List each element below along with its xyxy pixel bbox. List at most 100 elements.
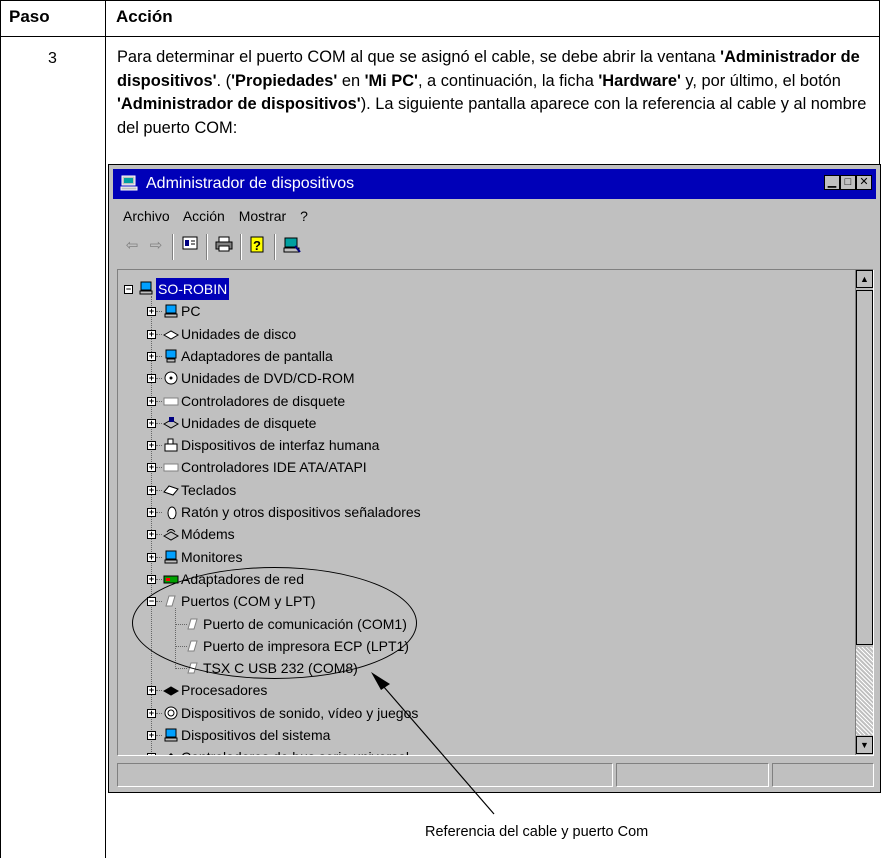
expand-icon[interactable]: + xyxy=(147,351,156,361)
tree-connector xyxy=(156,311,162,313)
tree-item[interactable]: + Módems xyxy=(118,523,838,545)
scroll-thumb[interactable] xyxy=(856,290,873,645)
step-number: 3 xyxy=(48,50,57,67)
ide-controller-icon xyxy=(163,463,179,472)
table-header-divider xyxy=(0,36,880,37)
tree-item[interactable]: + Unidades de DVD/CD-ROM xyxy=(118,367,838,389)
tree-item[interactable]: + Monitores xyxy=(118,546,838,568)
tree-item[interactable]: + Controladores IDE ATA/ATAPI xyxy=(118,456,838,478)
tree-connector xyxy=(156,355,162,357)
tree-item[interactable]: + Unidades de disquete xyxy=(118,412,838,434)
tree-item-label: Monitores xyxy=(181,548,243,565)
tree-item[interactable]: + Dispositivos de interfaz humana xyxy=(118,434,838,456)
expand-icon[interactable]: + xyxy=(147,396,156,406)
expand-icon[interactable]: + xyxy=(147,463,156,473)
tree-connector xyxy=(156,534,162,536)
menu-archivo[interactable]: Archivo xyxy=(123,208,170,224)
tree-root-label: SO-ROBIN xyxy=(156,278,230,300)
tree-connector xyxy=(156,467,162,469)
expand-icon[interactable]: + xyxy=(147,731,156,740)
expand-icon[interactable]: + xyxy=(147,485,156,495)
toolbar-separator xyxy=(274,234,276,260)
menu-mostrar[interactable]: Mostrar xyxy=(239,208,286,224)
scan-hardware-icon[interactable] xyxy=(281,236,303,256)
tree-item[interactable]: + Teclados xyxy=(118,479,838,501)
tree-connector xyxy=(156,378,162,380)
expand-icon[interactable]: + xyxy=(147,686,156,696)
processor-icon xyxy=(163,686,179,696)
expand-icon[interactable]: + xyxy=(147,374,156,384)
tree-connector xyxy=(156,556,162,558)
tree-item[interactable]: + Dispositivos de sonido, vídeo y juegos xyxy=(118,702,838,724)
properties-icon[interactable] xyxy=(179,236,201,256)
help-icon[interactable]: ? xyxy=(247,236,269,256)
tree-item-label: Unidades de disquete xyxy=(181,414,317,431)
expand-icon[interactable]: + xyxy=(147,307,156,317)
status-panel-2 xyxy=(616,763,769,787)
tree-item-label: Adaptadores de pantalla xyxy=(181,347,333,364)
vertical-scrollbar[interactable]: ▲ ▼ xyxy=(855,270,873,755)
tree-item[interactable]: + Unidades de disco xyxy=(118,323,838,345)
tree-item-label: Módems xyxy=(181,526,235,543)
expand-icon[interactable]: + xyxy=(147,418,156,428)
expand-icon[interactable]: + xyxy=(147,552,156,562)
tree-item[interactable]: + Adaptadores de pantalla xyxy=(118,345,838,367)
menu-bar: Archivo Acción Mostrar ? xyxy=(123,208,318,224)
table-border-right xyxy=(879,0,880,164)
expand-icon[interactable]: + xyxy=(147,708,156,718)
keyboard-icon xyxy=(163,485,179,496)
scroll-down-button[interactable]: ▼ xyxy=(856,736,873,754)
toolbar-separator xyxy=(206,234,208,260)
expand-icon[interactable]: + xyxy=(147,441,156,451)
hid-icon xyxy=(164,438,178,452)
display-adapter-icon xyxy=(165,349,177,363)
tree-item[interactable]: + Ratón y otros dispositivos señaladores xyxy=(118,501,838,523)
table-column-divider xyxy=(105,0,106,858)
close-button[interactable]: ✕ xyxy=(856,175,872,190)
monitor-icon xyxy=(164,550,178,564)
scroll-track[interactable] xyxy=(856,647,873,735)
device-manager-icon xyxy=(120,175,138,191)
expand-icon[interactable]: + xyxy=(147,753,156,755)
expand-icon[interactable]: + xyxy=(147,530,156,540)
floppy-controller-icon xyxy=(163,397,179,405)
tree-item-label: Controladores de bus serie universal xyxy=(181,746,409,755)
expand-icon[interactable]: + xyxy=(147,574,156,584)
tree-item[interactable]: + Procesadores xyxy=(118,679,838,701)
expand-icon[interactable]: + xyxy=(147,508,156,517)
tree-item-label: Ratón y otros dispositivos señaladores xyxy=(181,504,421,520)
minimize-button[interactable]: ▁ xyxy=(824,175,840,190)
highlight-ellipse xyxy=(132,567,417,679)
tree-item-label: Controladores de disquete xyxy=(181,392,346,409)
tree-connector xyxy=(156,690,162,692)
tree-item-label: Teclados xyxy=(181,481,237,498)
maximize-button[interactable]: □ xyxy=(840,175,856,190)
tree-item[interactable]: + PC xyxy=(118,300,838,322)
floppy-drive-icon xyxy=(163,416,179,429)
tree-connector xyxy=(156,400,162,402)
tree-item[interactable]: + Dispositivos del sistema xyxy=(118,724,838,746)
window-titlebar[interactable]: Administrador de dispositivos ▁ □ ✕ xyxy=(113,169,876,199)
tree-item-label: Dispositivos de interfaz humana xyxy=(181,437,380,454)
status-panel-3 xyxy=(772,763,874,787)
computer-icon xyxy=(164,304,178,318)
collapse-icon[interactable]: − xyxy=(124,285,133,294)
tree-item-label: Dispositivos de sonido, vídeo y juegos xyxy=(181,704,419,721)
expand-icon[interactable]: + xyxy=(147,329,156,339)
toolbar: ⇦ ⇨ ? xyxy=(117,228,874,264)
scroll-up-button[interactable]: ▲ xyxy=(856,270,873,288)
tree-item[interactable]: + Controladores de disquete xyxy=(118,390,838,412)
tree-connector xyxy=(156,735,162,736)
forward-arrow-icon[interactable]: ⇨ xyxy=(145,236,167,256)
back-arrow-icon[interactable]: ⇦ xyxy=(121,236,143,256)
print-icon[interactable] xyxy=(213,236,235,256)
cdrom-icon xyxy=(164,371,178,385)
menu-help[interactable]: ? xyxy=(300,208,308,224)
tree-item-label: Unidades de DVD/CD-ROM xyxy=(181,370,355,387)
tree-connector xyxy=(156,422,162,424)
tree-root-so-robin[interactable]: − SO-ROBIN xyxy=(118,278,838,300)
menu-accion[interactable]: Acción xyxy=(183,208,225,224)
toolbar-separator xyxy=(172,234,174,260)
device-manager-window: Administrador de dispositivos ▁ □ ✕ Arch… xyxy=(108,164,881,793)
tree-item[interactable]: + Controladores de bus serie universal xyxy=(118,746,838,755)
